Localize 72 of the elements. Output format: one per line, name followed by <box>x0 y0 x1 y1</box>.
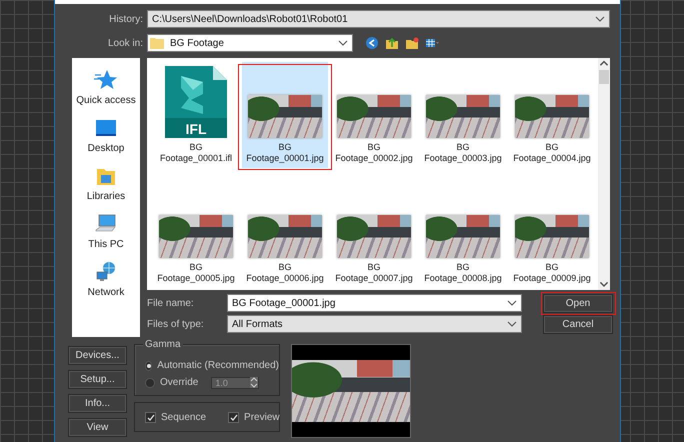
ifl-badge-text: IFL <box>186 121 206 137</box>
file-name: BG Footage_00006.jpg <box>245 262 325 284</box>
folder-up-icon[interactable] <box>385 36 399 50</box>
file-tile[interactable]: BG Footage_00005.jpg <box>153 182 239 288</box>
file-tile[interactable]: IFL BG Footage_00001.ifl <box>153 62 239 168</box>
file-tile[interactable]: BG Footage_00009.jpg <box>509 182 595 288</box>
sidebar-place[interactable]: Libraries <box>72 160 140 208</box>
new-folder-icon[interactable] <box>405 36 419 50</box>
ifl-file-icon <box>165 66 227 138</box>
file-name-label: File name: <box>147 298 195 308</box>
scroll-down-icon <box>598 280 610 290</box>
side-button[interactable]: View <box>68 418 127 437</box>
side-button[interactable]: Info... <box>68 394 127 413</box>
network-icon <box>94 260 118 284</box>
history-dropdown[interactable]: C:\Users\Neel\Downloads\Robot01\Robot01 <box>147 10 610 28</box>
radio-label: Automatic (Recommended) <box>157 360 279 371</box>
file-name: BG Footage_00001.jpg <box>245 142 325 164</box>
file-type-dropdown[interactable]: All Formats <box>227 315 522 333</box>
checkbox[interactable] <box>145 412 156 423</box>
place-label: Libraries <box>86 191 126 202</box>
sidebar-place[interactable]: This PC <box>72 208 140 256</box>
file-tile[interactable]: BG Footage_00004.jpg <box>509 62 595 168</box>
radio-label: Override <box>160 377 198 388</box>
file-name: BG Footage_00002.jpg <box>334 142 414 164</box>
check-icon <box>230 414 238 422</box>
spin-arrows-icon <box>250 377 258 388</box>
chevron-down-icon <box>507 321 517 327</box>
file-type-label: Files of type: <box>147 318 205 330</box>
place-label: Network <box>88 287 124 298</box>
open-button[interactable]: Open <box>543 294 613 312</box>
file-name: BG Footage_00004.jpg <box>512 142 592 164</box>
checkbox[interactable] <box>228 412 240 423</box>
look-in-dropdown[interactable]: BG Footage <box>147 34 353 52</box>
file-tile[interactable]: BG Footage_00003.jpg <box>420 62 506 168</box>
side-button[interactable]: Devices... <box>68 346 127 365</box>
chevron-down-icon <box>507 300 517 306</box>
file-tile[interactable]: BG Footage_00002.jpg <box>331 62 417 168</box>
file-name-field[interactable]: BG Footage_00001.jpg <box>227 294 522 312</box>
file-name: BG Footage_00009.jpg <box>512 262 592 284</box>
radio-button[interactable] <box>145 360 152 370</box>
history-label: History: <box>108 14 144 24</box>
place-label: Desktop <box>88 143 124 154</box>
chevron-down-icon <box>595 16 605 22</box>
folder-icon <box>150 37 164 49</box>
cancel-button[interactable]: Cancel <box>543 314 613 334</box>
file-name: BG Footage_00001.ifl <box>158 142 234 164</box>
file-name: BG Footage_00008.jpg <box>423 262 503 284</box>
file-name: BG Footage_00005.jpg <box>156 262 236 284</box>
sidebar-place[interactable]: Desktop <box>72 112 140 160</box>
back-icon[interactable] <box>365 36 379 50</box>
look-in-label: Look in: <box>106 38 144 48</box>
sidebar-place[interactable]: Quick access <box>72 64 140 112</box>
side-button[interactable]: Setup... <box>68 370 127 389</box>
file-tile[interactable]: BG Footage_00008.jpg <box>420 182 506 288</box>
checkbox-label: Preview <box>244 412 280 423</box>
file-name: BG Footage_00003.jpg <box>423 142 503 164</box>
check-icon <box>146 414 154 422</box>
chevron-down-icon <box>338 40 348 46</box>
checkbox-label: Sequence <box>161 412 206 423</box>
scroll-thumb[interactable] <box>599 70 609 84</box>
sidebar-place[interactable]: Network <box>72 256 140 304</box>
file-name: BG Footage_00007.jpg <box>334 262 414 284</box>
place-label: This PC <box>88 239 124 250</box>
place-label: Quick access <box>76 95 136 106</box>
file-tile[interactable]: BG Footage_00007.jpg <box>331 182 417 288</box>
star-icon <box>94 68 118 92</box>
file-tile[interactable]: BG Footage_00001.jpg <box>242 62 328 168</box>
view-menu-icon[interactable] <box>425 36 439 50</box>
group-title: Gamma <box>143 339 183 350</box>
scroll-up-icon <box>598 58 610 68</box>
file-tile[interactable]: BG Footage_00006.jpg <box>242 182 328 288</box>
radio-button[interactable] <box>145 378 155 388</box>
